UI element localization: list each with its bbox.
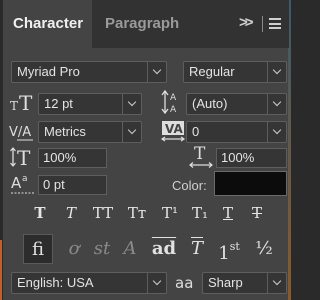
font-size-dropdown[interactable]: 12 pt (38, 93, 142, 115)
all-caps-label: TT (92, 204, 114, 222)
faux-italic-button[interactable]: T (60, 201, 82, 225)
leading-value: (Auto) (192, 96, 228, 111)
ordinals-base-label: 1 (218, 243, 230, 264)
strikethrough-label: T (251, 204, 262, 222)
language-value: English: USA (17, 275, 94, 290)
faux-italic-label: T (65, 204, 76, 222)
svg-text:A: A (11, 174, 22, 192)
contextual-alternates-button[interactable]: ad (149, 234, 179, 264)
ligatures-label: fi (31, 239, 44, 260)
underline-label: T (222, 204, 233, 222)
subscript-label: T₁ (191, 204, 209, 222)
superscript-label: T¹ (161, 204, 179, 222)
ordinals-sup-label: st (229, 240, 240, 253)
language-dropdown[interactable]: English: USA (11, 272, 167, 294)
faux-bold-button[interactable]: T (29, 201, 51, 225)
tracking-icon: VA (160, 120, 186, 142)
anti-alias-value: Sharp (208, 275, 243, 290)
svg-text:T: T (17, 146, 31, 168)
kerning-dropdown[interactable]: Metrics (38, 121, 142, 143)
superscript-button[interactable]: T¹ (157, 201, 183, 225)
panel-menu-icon[interactable] (269, 18, 281, 29)
font-size-value: 12 pt (44, 96, 73, 111)
chevron-down-icon[interactable] (122, 94, 141, 114)
all-caps-button[interactable]: TT (89, 201, 117, 225)
chevron-down-icon[interactable] (267, 122, 286, 142)
underline-button[interactable]: T (217, 201, 239, 225)
vertical-scale-input[interactable]: 100% (38, 148, 107, 168)
chevron-down-icon[interactable] (147, 62, 166, 82)
anti-alias-dropdown[interactable]: Sharp (202, 272, 287, 294)
small-caps-label: Tт (127, 204, 147, 222)
chevron-down-icon[interactable] (122, 122, 141, 142)
faux-bold-label: T (34, 204, 46, 222)
tab-paragraph[interactable]: Paragraph (92, 0, 212, 48)
baseline-shift-icon: A a (10, 172, 36, 196)
titling-alternates-button[interactable]: A (115, 234, 145, 264)
color-label: Color: (172, 178, 207, 193)
titling-label: A (123, 238, 137, 259)
tab-character[interactable]: Character (3, 0, 92, 48)
anti-alias-icon: aa (175, 274, 199, 294)
chevron-down-icon[interactable] (267, 273, 286, 293)
character-panel: Character Paragraph >> Myriad Pro Regula… (2, 0, 289, 300)
kerning-icon: V/A (9, 120, 37, 142)
baseline-shift-input[interactable]: 0 pt (38, 175, 107, 195)
kerning-value: Metrics (44, 124, 86, 139)
leading-dropdown[interactable]: (Auto) (186, 93, 287, 115)
chevron-down-icon[interactable] (147, 273, 166, 293)
font-size-icon: T T (10, 91, 36, 115)
horizontal-scale-icon: T (187, 144, 215, 168)
anti-alias-icon-label: aa (175, 274, 194, 292)
vertical-scale-icon: T (10, 146, 38, 170)
text-color-swatch[interactable] (214, 171, 287, 196)
swash-label: st (93, 238, 111, 259)
svg-text:T: T (10, 99, 18, 113)
font-family-dropdown[interactable]: Myriad Pro (11, 61, 167, 83)
fractions-label: ½ (255, 238, 273, 259)
small-caps-button[interactable]: Tт (123, 201, 151, 225)
svg-text:V/A: V/A (9, 125, 31, 140)
tracking-value: 0 (192, 124, 200, 139)
svg-text:a: a (22, 174, 28, 184)
svg-text:A: A (170, 93, 177, 103)
ordinals-button[interactable]: 1st (211, 234, 247, 264)
oldstyle-label: ơ (68, 238, 80, 259)
tracking-dropdown[interactable]: 0 (186, 121, 287, 143)
font-style-value: Regular (189, 64, 235, 79)
expand-panels-icon[interactable]: >> (239, 14, 253, 31)
discretionary-label: T (190, 238, 203, 259)
chevron-down-icon[interactable] (267, 94, 286, 114)
svg-text:A: A (170, 105, 177, 115)
leading-icon: A A (160, 89, 186, 115)
swash-button[interactable]: st (87, 234, 117, 264)
contextual-label: ad (151, 238, 177, 259)
svg-text:T: T (194, 144, 206, 164)
font-style-dropdown[interactable]: Regular (183, 61, 287, 83)
standard-ligatures-button[interactable]: fi (23, 234, 53, 264)
svg-text:T: T (19, 91, 33, 113)
discretionary-ligatures-button[interactable]: T (182, 234, 212, 264)
font-family-value: Myriad Pro (17, 64, 80, 79)
oldstyle-button[interactable]: ơ (59, 234, 89, 264)
tab-bar: Character Paragraph >> (3, 0, 289, 48)
horizontal-scale-input[interactable]: 100% (216, 148, 287, 168)
chevron-down-icon[interactable] (267, 62, 286, 82)
fractions-button[interactable]: ½ (249, 234, 279, 264)
strikethrough-button[interactable]: T (246, 201, 268, 225)
svg-text:VA: VA (165, 122, 183, 136)
subscript-button[interactable]: T₁ (187, 201, 213, 225)
tab-divider (262, 16, 263, 32)
